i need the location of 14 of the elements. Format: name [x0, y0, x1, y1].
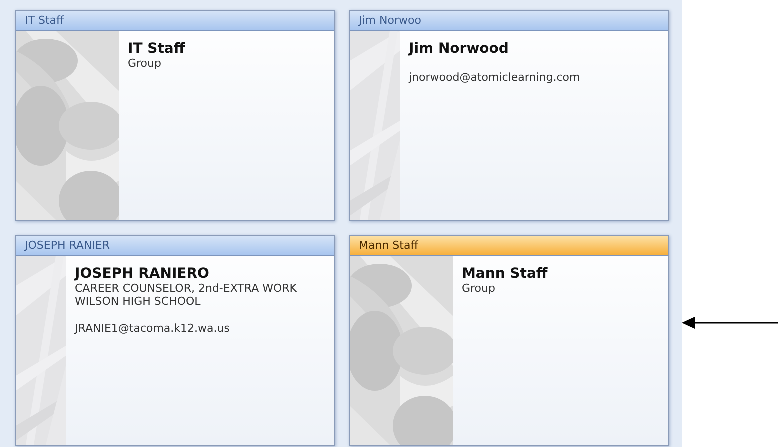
contact-detail: Group — [128, 57, 162, 70]
email-address: JRANIE1@tacoma.k12.wa.us — [75, 322, 231, 335]
contact-detail: WILSON HIGH SCHOOL — [75, 295, 202, 308]
email-address: jnorwood@atomiclearning.com — [409, 71, 580, 84]
contact-name: JOSEPH RANIERO — [75, 266, 210, 282]
card-header[interactable]: Mann Staff — [350, 236, 668, 256]
contact-detail: Group — [462, 282, 496, 295]
card-header[interactable]: Jim Norwoo — [350, 11, 668, 31]
contact-name: Mann Staff — [462, 266, 548, 282]
contact-detail: CAREER COUNSELOR, 2nd-EXTRA WORK — [75, 282, 298, 295]
contact-name: Jim Norwood — [409, 41, 510, 57]
card-header[interactable]: JOSEPH RANIER — [16, 236, 334, 256]
contact-name: IT Staff — [128, 41, 186, 57]
card-header[interactable]: IT Staff — [16, 11, 334, 31]
